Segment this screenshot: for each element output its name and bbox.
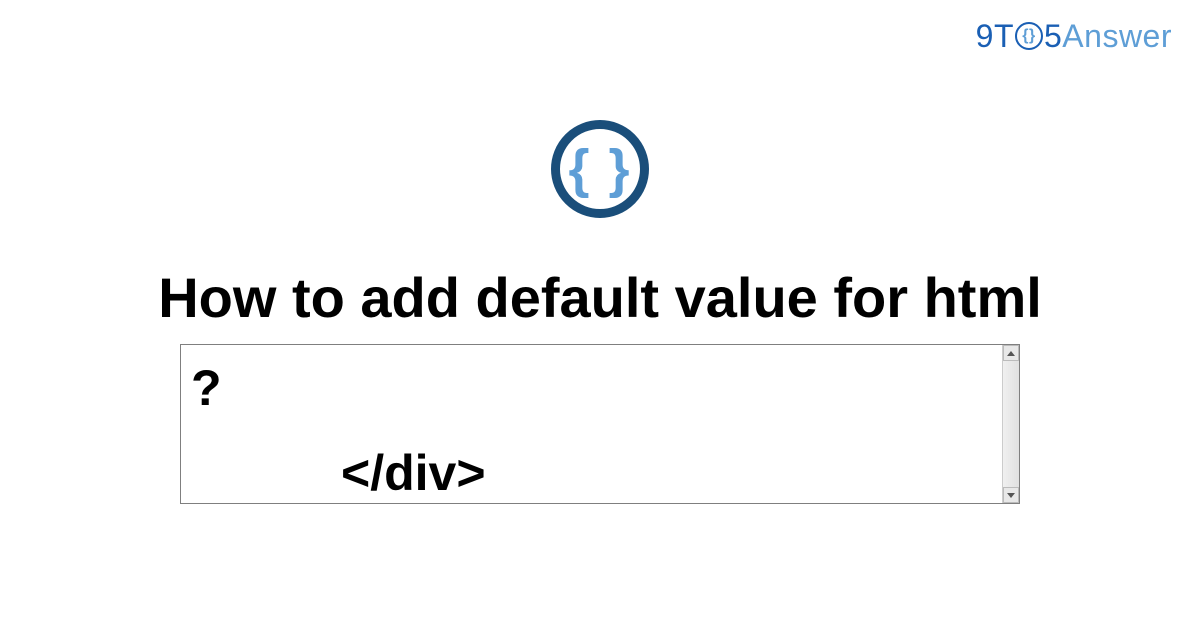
textarea-line-1: ?	[191, 351, 992, 426]
logo-text-9t: 9T	[976, 18, 1014, 55]
code-category-icon: { }	[551, 120, 649, 218]
braces-icon: { }	[568, 142, 631, 196]
site-logo[interactable]: 9T {} 5 Answer	[976, 18, 1172, 55]
logo-o-circle: {}	[1015, 22, 1043, 50]
question-title: How to add default value for html	[158, 266, 1042, 330]
logo-braces-icon: {}	[1022, 28, 1035, 44]
scroll-up-arrow-icon[interactable]	[1003, 345, 1019, 361]
textarea-content: ? </div>	[181, 345, 1002, 503]
textarea-line-2: </div>	[191, 436, 992, 511]
scrollbar[interactable]	[1002, 345, 1019, 503]
scroll-down-arrow-icon[interactable]	[1003, 487, 1019, 503]
logo-text-answer: Answer	[1062, 18, 1172, 55]
textarea-example[interactable]: ? </div>	[180, 344, 1020, 504]
main-content: { } How to add default value for html	[0, 120, 1200, 330]
logo-text-5: 5	[1044, 18, 1062, 55]
